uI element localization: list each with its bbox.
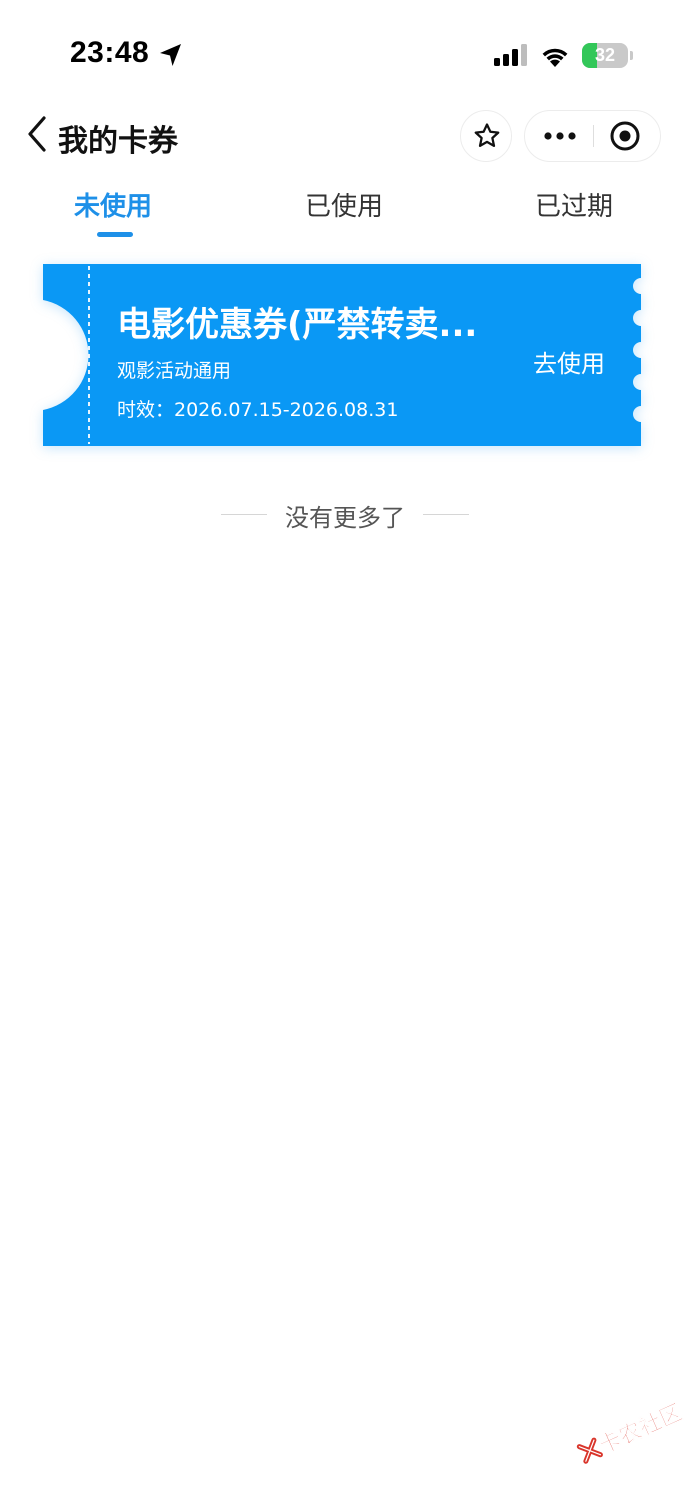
favorite-button[interactable] <box>460 110 512 162</box>
tab-used[interactable]: 已使用 <box>305 186 383 223</box>
location-arrow-icon <box>160 44 181 66</box>
star-icon <box>474 123 500 147</box>
page-title: 我的卡券 <box>58 124 178 159</box>
active-tab-indicator <box>97 232 133 237</box>
miniprogram-capsule <box>524 110 661 162</box>
status-time: 23:48 <box>70 36 150 69</box>
coupon-card[interactable]: 电影优惠券(严禁转卖... 观影活动通用 时效：2026.07.15-2026.… <box>43 264 647 446</box>
watermark-text: 卡农社区 <box>595 1400 687 1460</box>
back-chevron-icon[interactable] <box>24 114 54 154</box>
more-dots-icon <box>544 132 576 140</box>
cellular-signal-icon <box>494 44 527 66</box>
target-close-icon <box>610 121 640 151</box>
divider-right <box>423 514 469 515</box>
tab-unused[interactable]: 未使用 <box>74 186 152 223</box>
close-miniprogram-button[interactable] <box>594 111 661 161</box>
more-button[interactable] <box>525 111 593 161</box>
battery-nub <box>630 51 633 60</box>
wifi-icon <box>542 48 568 67</box>
status-bar: 23:48 32 <box>0 0 690 100</box>
coupon-tabs: 未使用 已使用 已过期 <box>0 180 690 240</box>
battery-icon: 32 <box>582 43 628 68</box>
watermark: 卡农社区 <box>563 1379 686 1478</box>
use-coupon-button[interactable]: 去使用 <box>533 344 605 379</box>
coupon-description: 观影活动通用 <box>117 360 232 382</box>
tab-expired[interactable]: 已过期 <box>535 186 613 223</box>
list-end-text: 没有更多了 <box>285 504 405 532</box>
battery-level: 32 <box>594 45 616 65</box>
list-end-indicator: 没有更多了 <box>0 498 690 532</box>
coupon-title: 电影优惠券(严禁转卖... <box>117 305 478 345</box>
coupon-validity: 时效：2026.07.15-2026.08.31 <box>117 399 399 421</box>
